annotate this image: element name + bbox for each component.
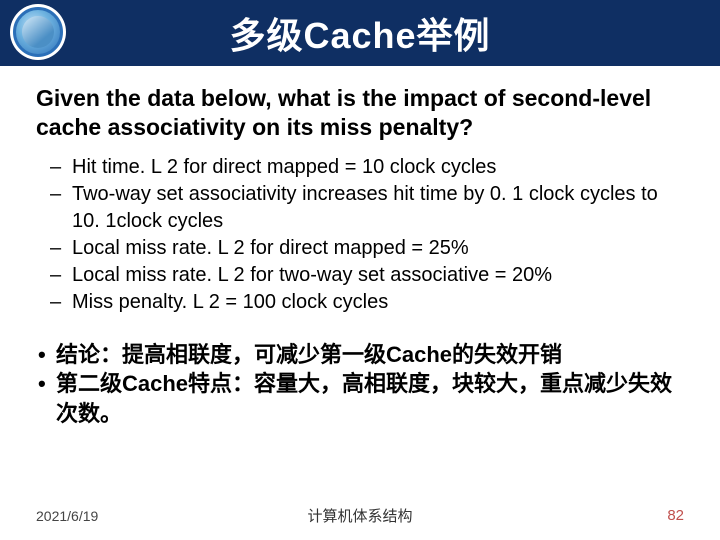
footer-date: 2021/6/19 <box>36 508 98 524</box>
list-item: 结论：提高相联度，可减少第一级Cache的失效开销 <box>56 340 684 370</box>
conclusions-list: 结论：提高相联度，可减少第一级Cache的失效开销 第二级Cache特点：容量大… <box>36 340 684 429</box>
list-item: Hit time. L 2 for direct mapped = 10 clo… <box>72 154 684 181</box>
list-item: Local miss rate. L 2 for direct mapped =… <box>72 235 684 262</box>
university-seal-logo <box>10 4 66 60</box>
title-bar: 多级Cache举例 <box>0 0 720 66</box>
slide-body: Given the data below, what is the impact… <box>0 66 720 540</box>
list-item: Two-way set associativity increases hit … <box>72 181 684 235</box>
list-item: 第二级Cache特点：容量大，高相联度，块较大，重点减少失效次数。 <box>56 369 684 428</box>
question-text: Given the data below, what is the impact… <box>36 84 684 142</box>
footer-course: 计算机体系结构 <box>307 505 412 526</box>
list-item: Miss penalty. L 2 = 100 clock cycles <box>72 289 684 316</box>
slide: 多级Cache举例 Given the data below, what is … <box>0 0 720 540</box>
slide-title: 多级Cache举例 <box>229 7 490 59</box>
seal-icon <box>13 7 63 57</box>
list-item: Local miss rate. L 2 for two-way set ass… <box>72 262 684 289</box>
footer-page-number: 82 <box>667 507 684 524</box>
facts-list: Hit time. L 2 for direct mapped = 10 clo… <box>36 154 684 316</box>
slide-footer: 2021/6/19 计算机体系结构 82 <box>0 507 720 524</box>
